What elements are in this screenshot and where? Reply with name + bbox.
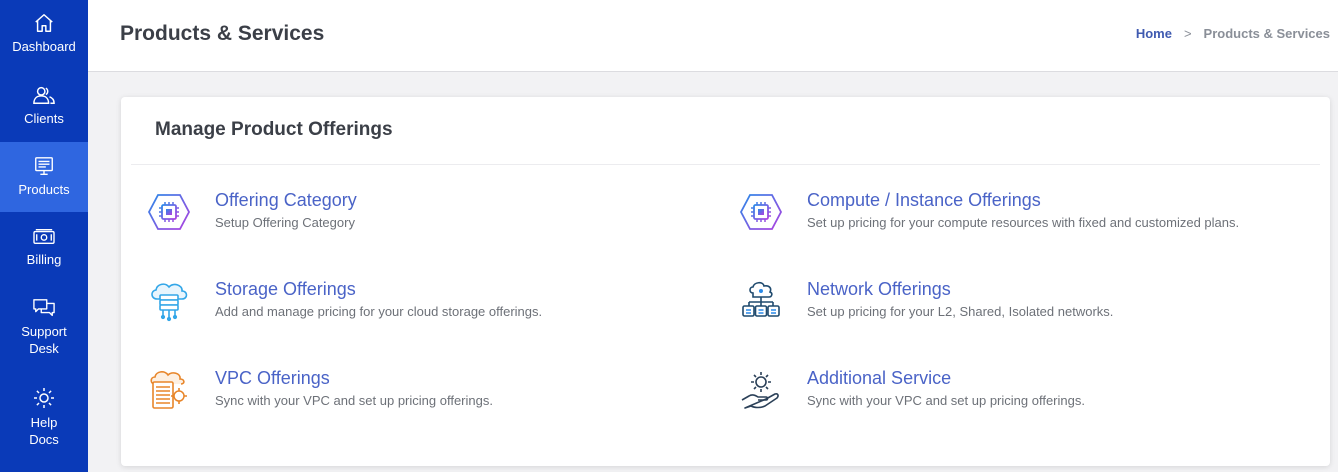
sidebar-item-dashboard[interactable]: Dashboard [0, 0, 88, 70]
breadcrumb: Home > Products & Services [1136, 26, 1330, 41]
card-title: Manage Product Offerings [155, 119, 393, 140]
offerings-card: Manage Product Offerings Offering Catego… [121, 97, 1330, 466]
sidebar-item-label: Products [18, 182, 70, 197]
offering-description: Set up pricing for your compute resource… [807, 215, 1240, 230]
offering-additional-service[interactable]: Additional Service Sync with your VPC an… [739, 368, 1299, 424]
offering-title[interactable]: Compute / Instance Offerings [807, 190, 1041, 211]
chip-hexagon-icon [147, 194, 191, 230]
offering-description: Add and manage pricing for your cloud st… [215, 304, 543, 319]
users-icon [33, 86, 55, 104]
offering-description: Sync with your VPC and set up pricing of… [215, 393, 493, 408]
network-icon [742, 281, 780, 317]
billing-icon [33, 229, 55, 245]
offering-vpc[interactable]: VPC Offerings Sync with your VPC and set… [147, 368, 707, 424]
offering-category[interactable]: Offering Category Setup Offering Categor… [147, 190, 707, 246]
support-chat-icon [33, 299, 55, 317]
sidebar-item-billing[interactable]: Billing [0, 212, 88, 284]
vpc-server-icon [150, 371, 187, 409]
offering-title[interactable]: Network Offerings [807, 279, 951, 300]
sidebar-item-label: Clients [24, 111, 64, 126]
sidebar-item-help-docs[interactable]: Help Docs [0, 374, 88, 472]
offering-title[interactable]: Offering Category [215, 190, 357, 211]
sidebar-item-label: Dashboard [12, 39, 76, 54]
sidebar-item-clients[interactable]: Clients [0, 70, 88, 142]
offering-title[interactable]: Additional Service [807, 368, 951, 389]
gear-hand-icon [741, 372, 779, 409]
sidebar-item-products[interactable]: Products [0, 142, 88, 212]
offering-compute-instance[interactable]: Compute / Instance Offerings Set up pric… [739, 190, 1299, 246]
page-title: Products & Services [120, 22, 325, 45]
card-divider [131, 164, 1320, 165]
cloud-storage-icon [151, 283, 188, 322]
page-header: Products & Services Home > Products & Se… [88, 0, 1338, 72]
sidebar-item-label: Support Desk [21, 324, 67, 356]
products-icon [35, 157, 53, 175]
offering-title[interactable]: VPC Offerings [215, 368, 330, 389]
sidebar-item-label: Help Docs [29, 415, 59, 447]
offering-description: Setup Offering Category [215, 215, 355, 230]
offering-description: Sync with your VPC and set up pricing of… [807, 393, 1085, 408]
offering-title[interactable]: Storage Offerings [215, 279, 356, 300]
breadcrumb-current: Products & Services [1203, 26, 1330, 41]
offering-storage[interactable]: Storage Offerings Add and manage pricing… [147, 279, 707, 335]
sidebar: Dashboard Clients Products Billing Suppo… [0, 0, 88, 472]
home-icon [35, 14, 53, 32]
breadcrumb-home-link[interactable]: Home [1136, 26, 1172, 41]
chip-hexagon-icon [739, 194, 783, 230]
sidebar-item-support-desk[interactable]: Support Desk [0, 284, 88, 374]
offering-network[interactable]: Network Offerings Set up pricing for you… [739, 279, 1299, 335]
sidebar-item-label: Billing [26, 252, 62, 267]
breadcrumb-separator: > [1183, 26, 1192, 41]
help-gear-icon [34, 388, 54, 408]
offering-description: Set up pricing for your L2, Shared, Isol… [807, 304, 1114, 319]
